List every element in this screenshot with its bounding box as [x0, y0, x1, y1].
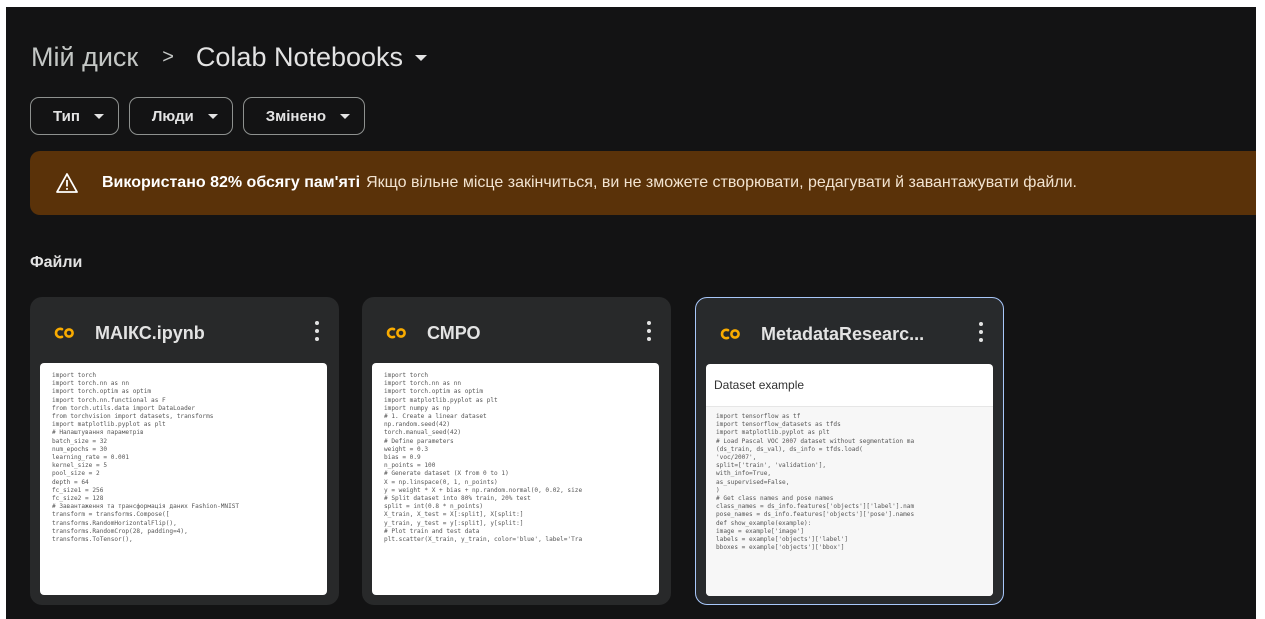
filter-type-label: Тип [53, 107, 80, 125]
chevron-down-icon [207, 113, 218, 119]
file-card-header: СМРО [362, 311, 671, 355]
filter-modified-label: Змінено [265, 107, 327, 125]
file-card-selected[interactable]: MetadataResearc... Dataset example impor… [695, 297, 1004, 605]
file-card-header: МАІКС.ipynb [30, 311, 339, 355]
breadcrumb-current-folder[interactable]: Colab Notebooks [196, 42, 403, 73]
storage-warning-banner: Використано 82% обсягу пам'яті Якщо віль… [30, 151, 1256, 215]
file-card[interactable]: МАІКС.ipynb import torch import torch.nn… [30, 297, 339, 605]
file-preview-thumbnail[interactable]: Dataset example import tensorflow as tf … [706, 364, 993, 596]
preview-body: import tensorflow as tf import tensorflo… [706, 407, 993, 596]
chevron-down-icon [93, 113, 104, 119]
file-preview-thumbnail[interactable]: import torch import torch.nn as nn impor… [40, 363, 327, 595]
files-section-title: Файли [30, 254, 83, 271]
preview-code: import tensorflow as tf import tensorflo… [716, 413, 915, 552]
colab-icon [720, 328, 740, 340]
filter-people-label: Люди [151, 107, 194, 125]
warning-icon [56, 173, 78, 193]
filter-type-chip[interactable]: Тип [30, 97, 119, 135]
file-name[interactable]: МАІКС.ipynb [95, 323, 205, 344]
filter-people-chip[interactable]: Люди [128, 97, 233, 135]
preview-code: import torch import torch.nn as nn impor… [52, 372, 240, 544]
file-preview-thumbnail[interactable]: import torch import torch.nn as nn impor… [372, 363, 659, 595]
preview-heading: Dataset example [706, 364, 993, 407]
more-options-icon[interactable] [315, 321, 319, 345]
file-card[interactable]: СМРО import torch import torch.nn as nn … [362, 297, 671, 605]
colab-icon [54, 327, 74, 339]
file-name[interactable]: СМРО [427, 323, 481, 344]
chevron-down-icon [340, 113, 351, 119]
colab-icon [386, 327, 406, 339]
filter-modified-chip[interactable]: Змінено [242, 97, 366, 135]
more-options-icon[interactable] [647, 321, 651, 345]
storage-warning-text: Якщо вільне місце закінчиться, ви не змо… [366, 174, 1077, 191]
preview-code: import torch import torch.nn as nn impor… [384, 372, 583, 544]
storage-warning-title: Використано 82% обсягу пам'яті [102, 174, 361, 191]
breadcrumb: Мій диск > Colab Notebooks [31, 35, 428, 79]
file-card-header: MetadataResearc... [696, 312, 1003, 356]
filter-chips: Тип Люди Змінено [30, 97, 366, 135]
chevron-down-icon[interactable] [415, 55, 428, 61]
breadcrumb-separator: > [162, 45, 174, 68]
more-options-icon[interactable] [979, 322, 983, 346]
drive-main-panel: Мій диск > Colab Notebooks Тип Люди Змін… [6, 7, 1256, 619]
file-name[interactable]: MetadataResearc... [761, 324, 924, 345]
breadcrumb-my-drive[interactable]: Мій диск [31, 42, 138, 73]
